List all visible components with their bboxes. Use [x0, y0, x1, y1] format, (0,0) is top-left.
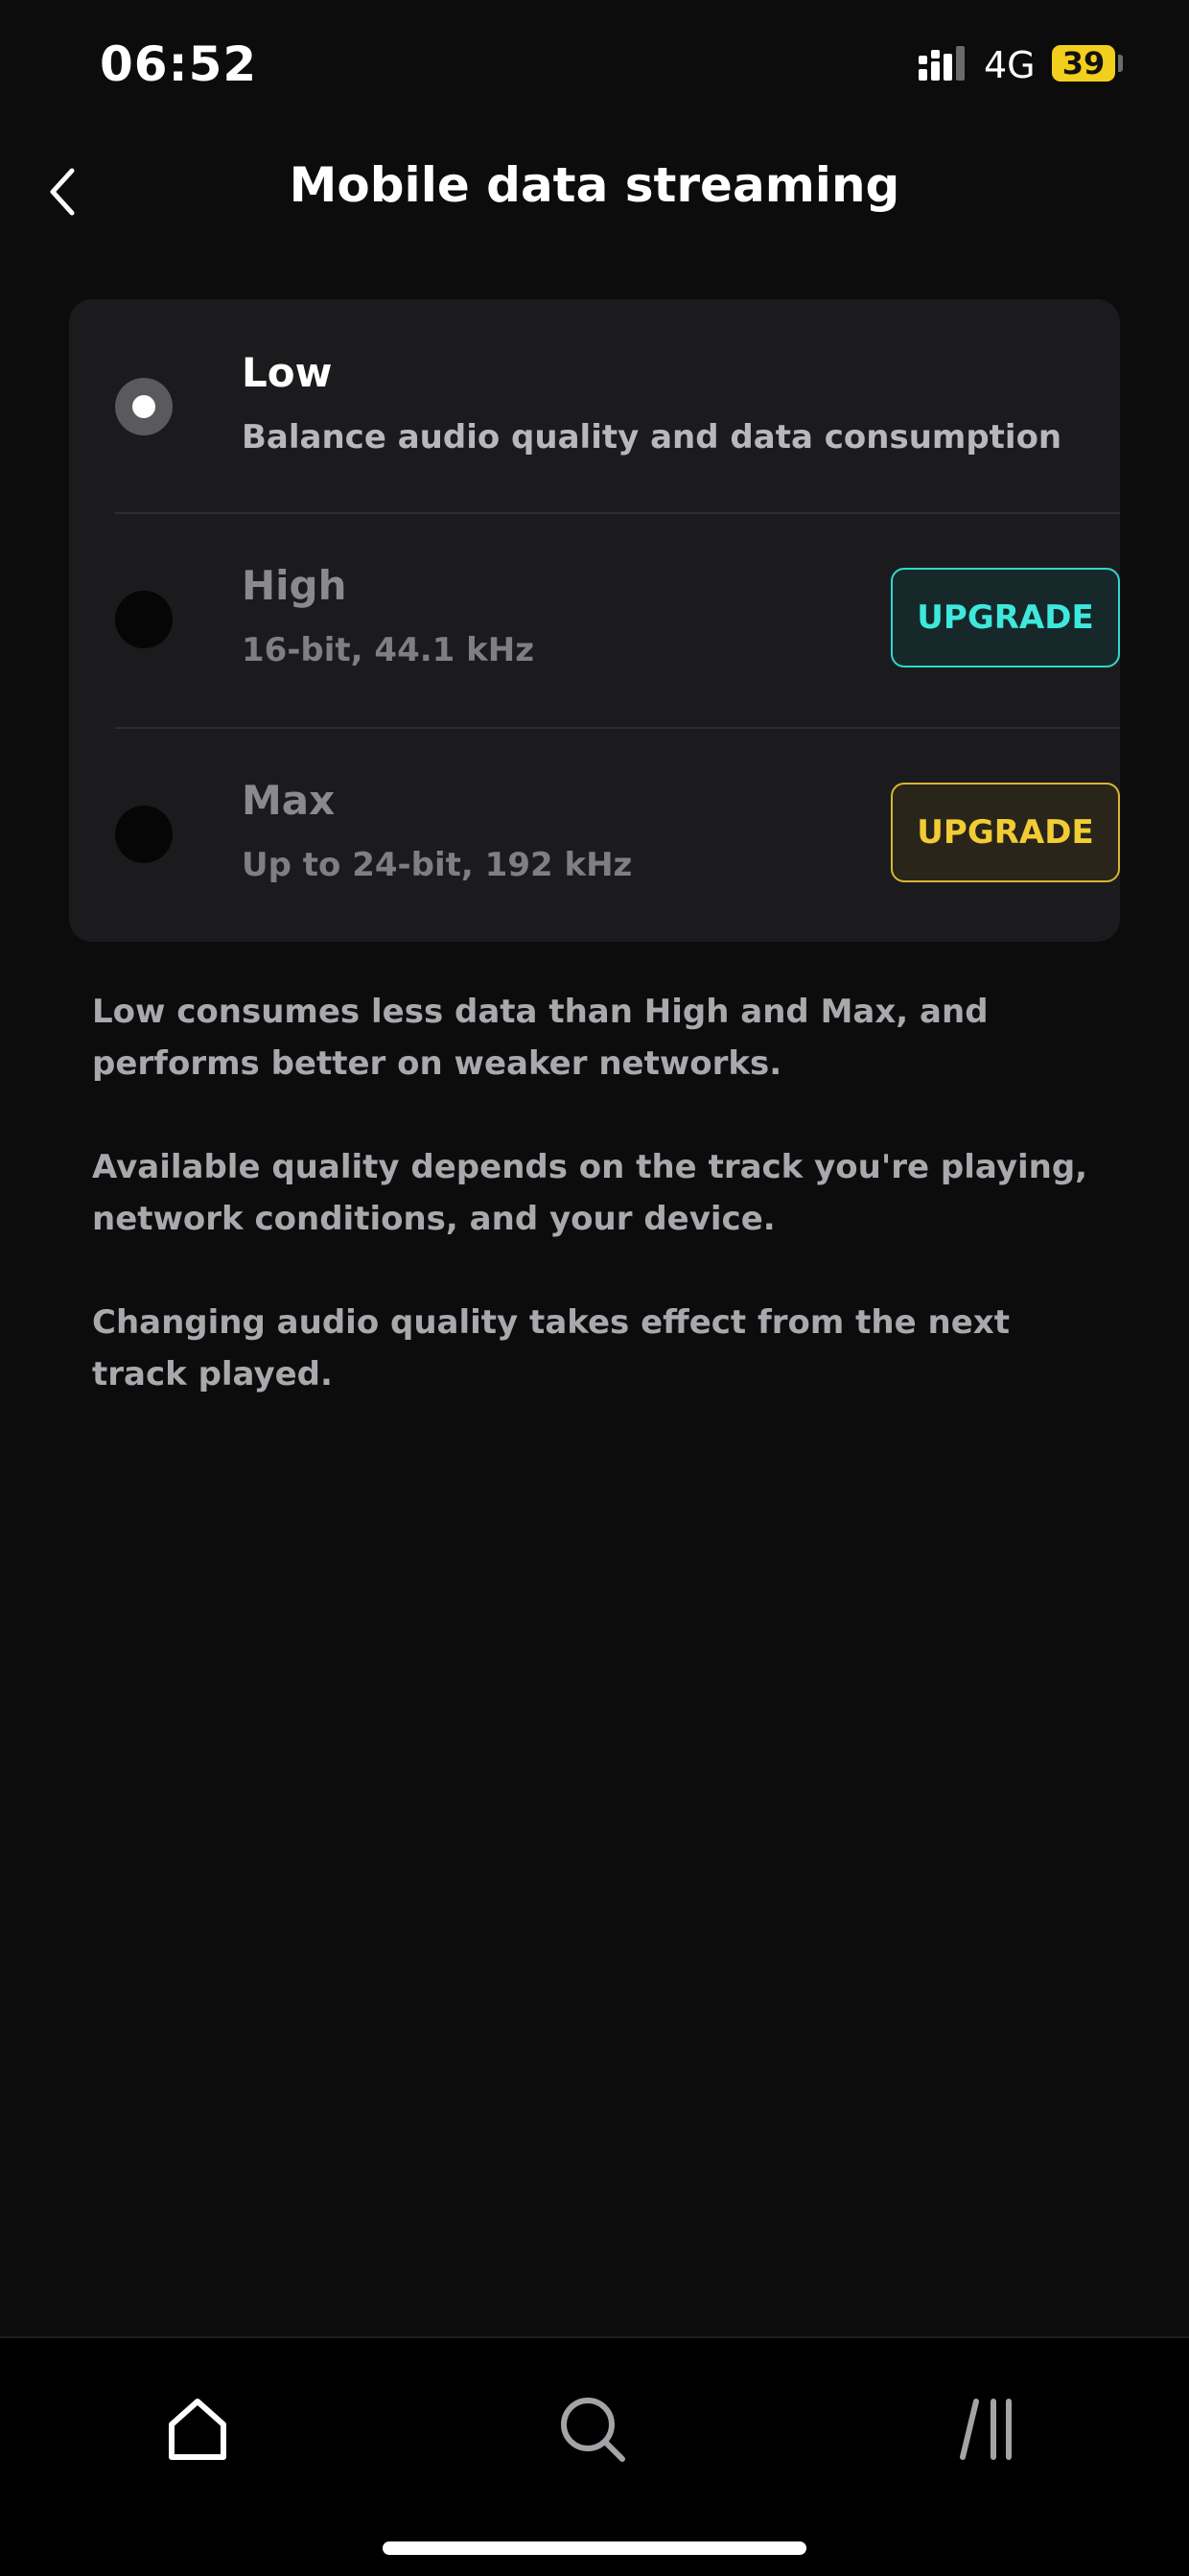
radio-max[interactable] — [115, 806, 173, 863]
home-indicator — [383, 2541, 806, 2555]
option-high-subtitle: 16-bit, 44.1 kHz — [242, 631, 535, 669]
upgrade-high-button[interactable]: UPGRADE — [891, 568, 1120, 667]
network-type: 4G — [984, 44, 1036, 86]
option-low-subtitle: Balance audio quality and data consumpti… — [242, 418, 1062, 457]
nav-search[interactable] — [540, 2377, 645, 2482]
page-title: Mobile data streaming — [289, 157, 900, 213]
bottom-nav — [0, 2336, 1189, 2576]
battery-icon: 39 — [1052, 45, 1115, 82]
info-change-effect: Changing audio quality takes effect from… — [92, 1297, 1128, 1400]
nav-home[interactable] — [145, 2377, 250, 2482]
status-time: 06:52 — [100, 36, 258, 92]
option-max-title: Max — [242, 777, 336, 824]
option-low[interactable]: Low Balance audio quality and data consu… — [69, 299, 1120, 512]
radio-low-selected[interactable] — [115, 378, 173, 435]
upgrade-max-button[interactable]: UPGRADE — [891, 783, 1120, 882]
quality-options-card: Low Balance audio quality and data consu… — [69, 299, 1120, 942]
nav-collection[interactable] — [935, 2377, 1040, 2482]
search-icon — [561, 2398, 625, 2462]
info-data-consumption: Low consumes less data than High and Max… — [92, 993, 989, 1083]
option-max-subtitle: Up to 24-bit, 192 kHz — [242, 846, 633, 884]
info-change-effect-line2: track played. — [92, 1355, 333, 1393]
option-high-title: High — [242, 562, 347, 609]
status-bar: 06:52 4G 39 — [0, 0, 1189, 134]
info-change-effect-line1: Changing audio quality takes effect from… — [92, 1303, 1010, 1342]
option-low-title: Low — [242, 349, 333, 396]
home-icon — [169, 2399, 226, 2460]
battery-nub — [1118, 55, 1123, 72]
signal-icon — [919, 46, 965, 81]
option-high[interactable]: High 16-bit, 44.1 kHz UPGRADE — [69, 512, 1120, 727]
collection-icon — [960, 2399, 1012, 2460]
radio-high[interactable] — [115, 591, 173, 648]
battery-level: 39 — [1061, 45, 1106, 82]
option-max[interactable]: Max Up to 24-bit, 192 kHz UPGRADE — [69, 727, 1120, 942]
info-available-quality: Available quality depends on the track y… — [92, 1148, 1088, 1238]
